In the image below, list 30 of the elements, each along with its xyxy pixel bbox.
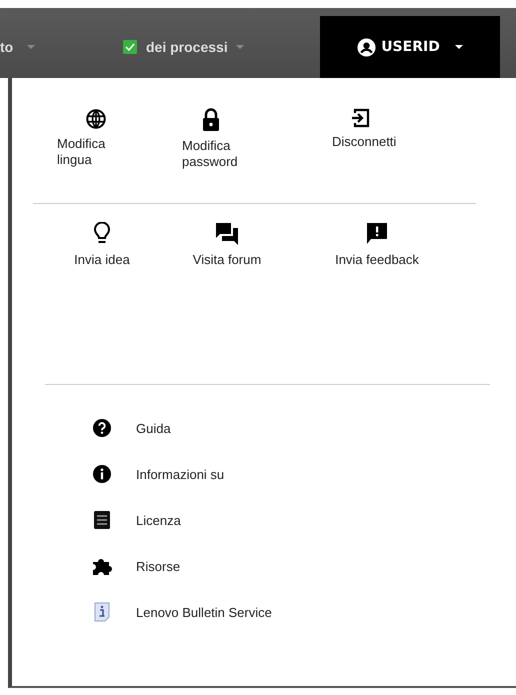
menu-action[interactable]: Visita forum [182,222,272,384]
menu-action[interactable]: Modifica password [182,108,252,203]
menu-action[interactable]: Modifica lingua [57,108,127,203]
help-icon [92,419,112,437]
menu-action[interactable]: Disconnetti [332,108,402,203]
info-icon [92,465,112,483]
menu-link[interactable]: Lenovo Bulletin Service [92,589,272,635]
user-icon [357,38,376,56]
info-document-icon [92,602,112,622]
nav-menu[interactable]: dei processi [122,16,282,78]
puzzle-icon [92,557,112,575]
checkbox-icon [122,39,138,55]
chat-icon [215,222,239,246]
sign-in-icon [350,108,370,128]
lightbulb-icon [94,222,110,246]
nav-menu[interactable]: USERID [320,16,500,78]
caret-icon [454,44,463,50]
menu-link[interactable]: Guida [92,405,171,451]
menu-link[interactable]: Informazioni su [92,451,224,497]
feedback-icon [366,222,388,246]
nav-menu[interactable]: to [0,16,60,78]
caret-icon [236,44,244,50]
caret-icon [27,44,36,50]
menu-action[interactable]: Invia idea [57,222,147,384]
globe-icon [85,108,107,130]
menu-link[interactable]: Licenza [92,497,181,543]
menu-link[interactable]: Risorse [92,543,180,589]
menu-action[interactable]: Invia feedback [332,222,422,384]
document-icon [92,511,112,529]
lock-icon [202,108,220,132]
